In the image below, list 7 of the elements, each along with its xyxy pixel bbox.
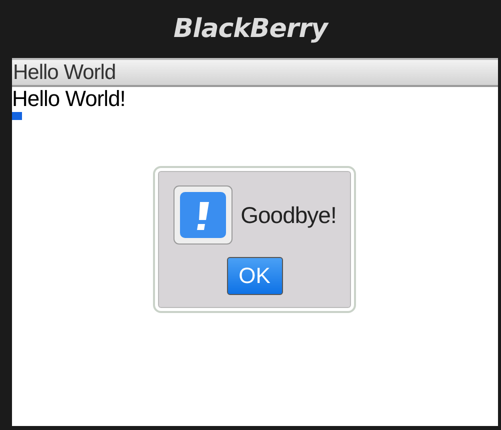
alert-icon (172, 185, 233, 245)
screen-title: Hello World (12, 58, 498, 87)
brand-logo: BlackBerry (173, 14, 328, 44)
dialog-message: Goodbye! (240, 202, 336, 228)
label-text: Hello World! (12, 87, 126, 111)
ok-button[interactable]: OK (226, 257, 282, 295)
text-cursor (12, 112, 22, 120)
